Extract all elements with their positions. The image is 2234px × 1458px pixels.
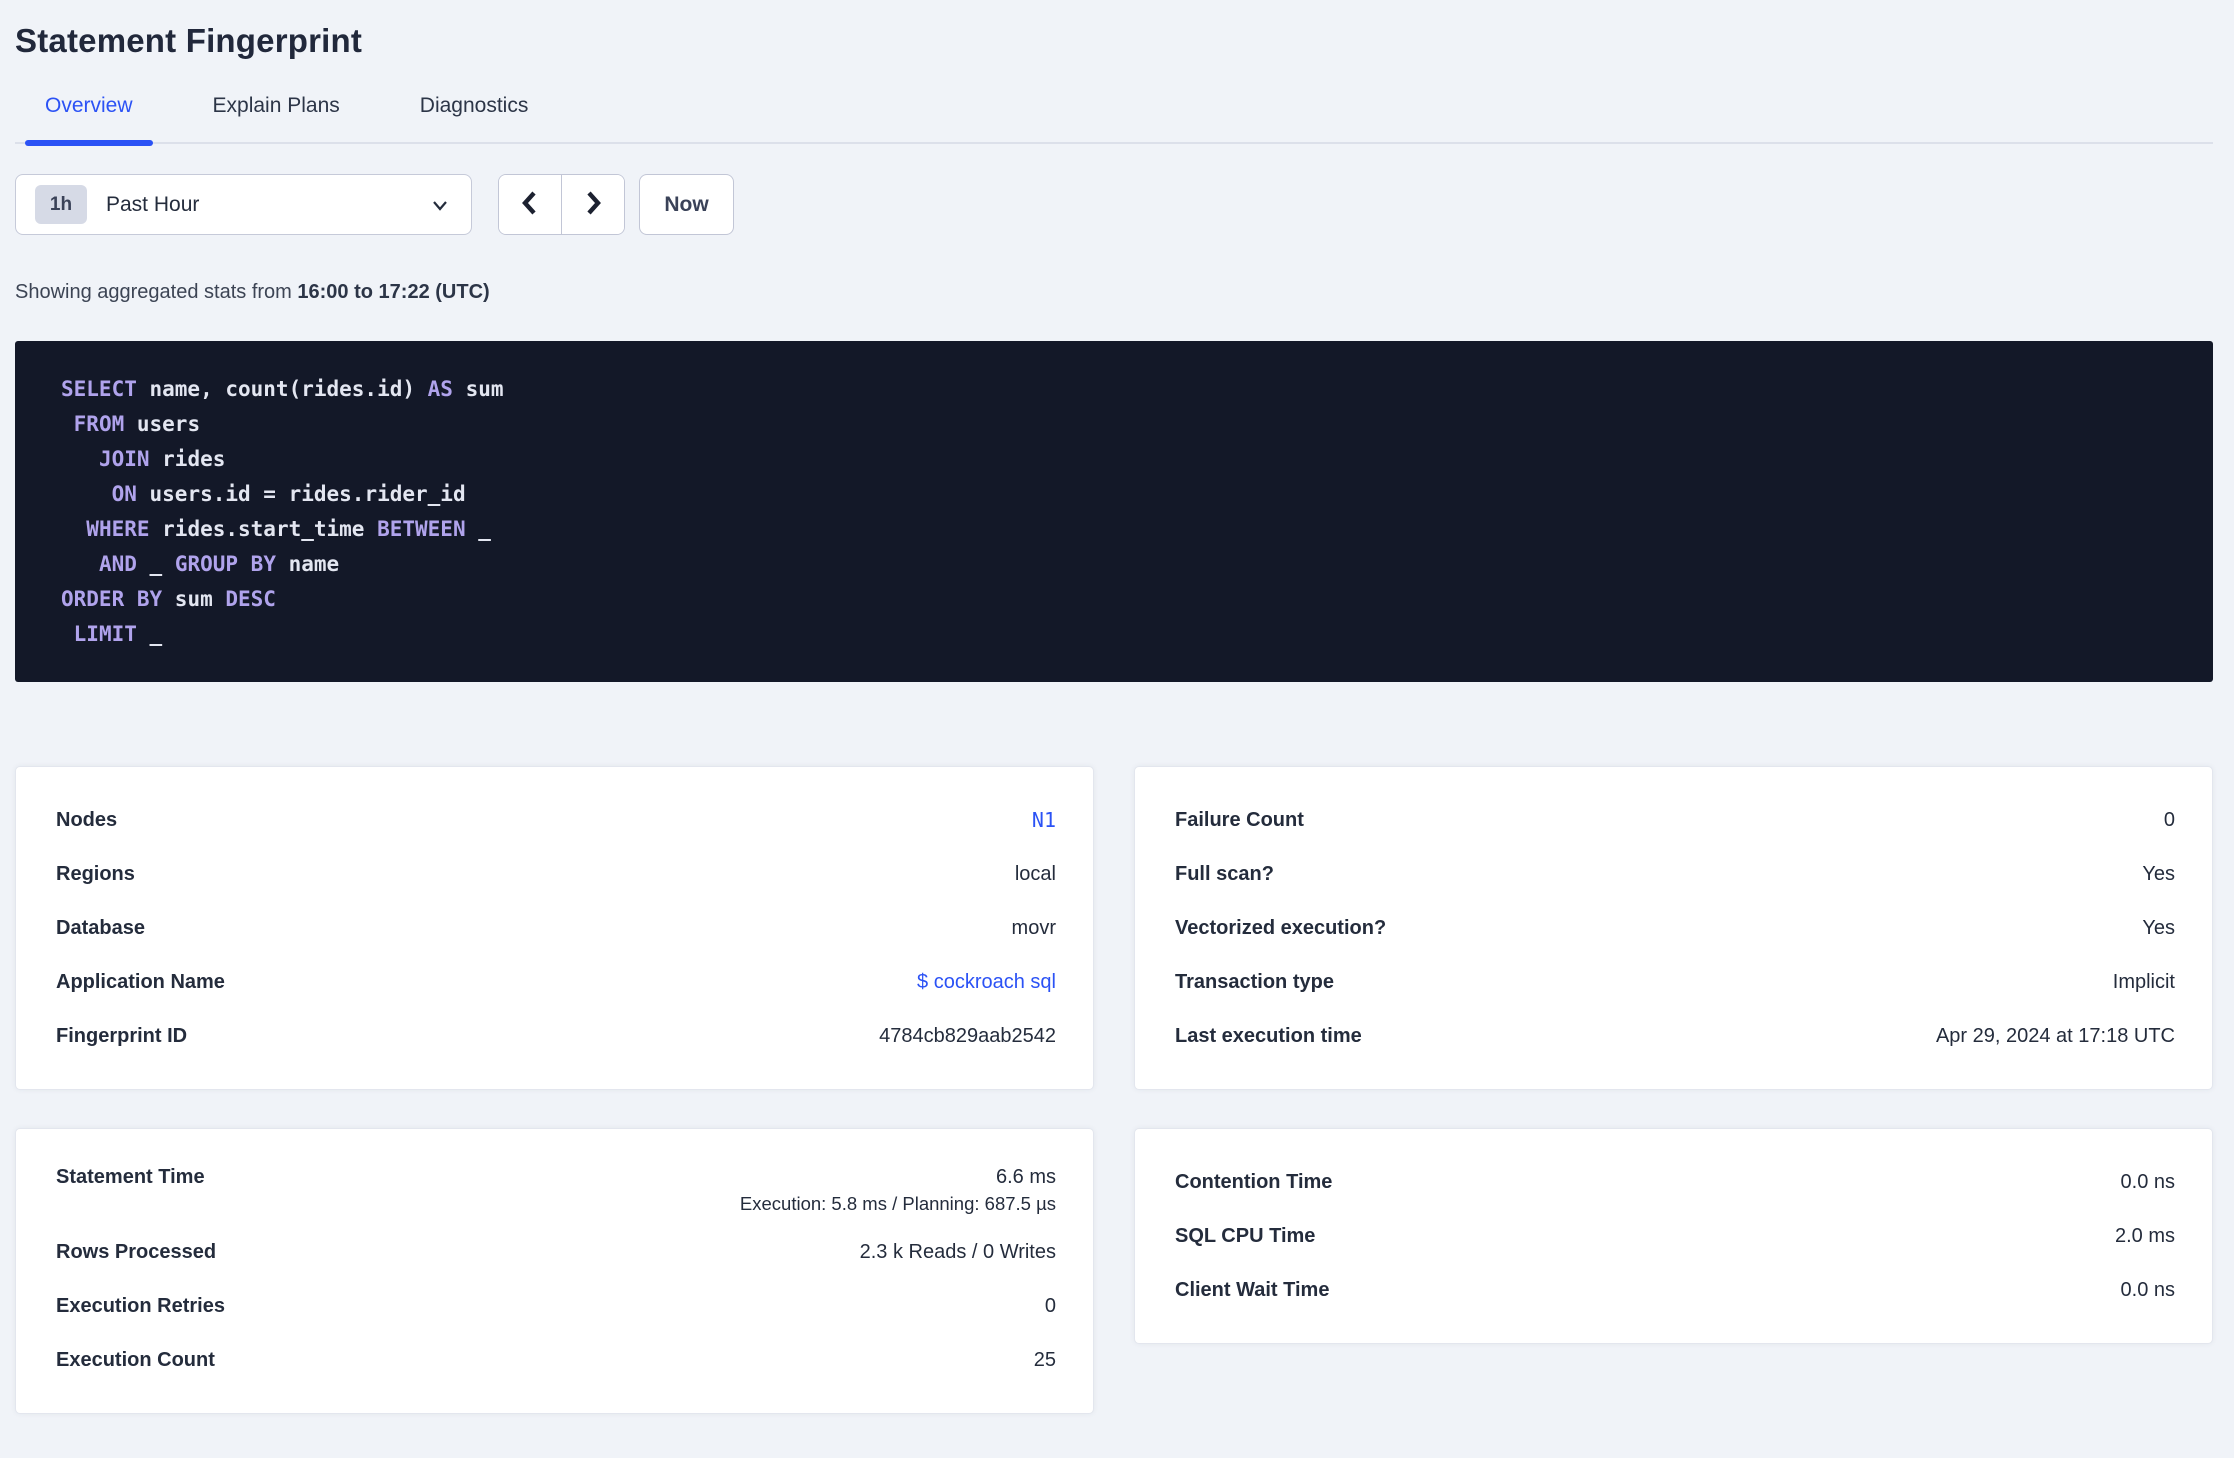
contention-time-value: 0.0 ns bbox=[2120, 1170, 2175, 1193]
next-interval-button[interactable] bbox=[562, 175, 624, 234]
detail-row-contention-time: Contention Time 0.0 ns bbox=[1175, 1155, 2175, 1209]
execution-count-label: Execution Count bbox=[56, 1348, 215, 1371]
failure-count-value: 0 bbox=[2163, 808, 2175, 831]
page-title: Statement Fingerprint bbox=[15, 22, 363, 59]
database-value: movr bbox=[1011, 916, 1056, 939]
detail-row-fingerprint-id: Fingerprint ID 4784cb829aab2542 bbox=[56, 1009, 1056, 1063]
application-name-label: Application Name bbox=[56, 970, 225, 993]
sql-statement-text: SELECT name, count(rides.id) AS sum FROM… bbox=[61, 377, 504, 646]
nodes-label: Nodes bbox=[56, 808, 118, 831]
detail-row-execution-retries: Execution Retries 0 bbox=[56, 1279, 1056, 1333]
chevron-left-icon bbox=[517, 189, 543, 220]
aggregated-stats-prefix: Showing aggregated stats from bbox=[15, 281, 298, 303]
tab-explain-plans[interactable]: Explain Plans bbox=[193, 94, 360, 142]
tab-diagnostics[interactable]: Diagnostics bbox=[400, 94, 549, 142]
time-range-dropdown[interactable]: 1h Past Hour bbox=[15, 174, 472, 235]
wait-times-card: Contention Time 0.0 ns SQL CPU Time 2.0 … bbox=[1134, 1128, 2213, 1344]
previous-interval-button[interactable] bbox=[499, 175, 562, 234]
full-scan-value: Yes bbox=[2142, 862, 2175, 885]
regions-value: local bbox=[1014, 862, 1056, 885]
time-controls: 1h Past Hour Now bbox=[15, 174, 2213, 235]
time-step-buttons bbox=[498, 174, 625, 235]
details-cards-row: Nodes N1 Regions local Database movr App… bbox=[15, 766, 2213, 1090]
regions-label: Regions bbox=[56, 862, 135, 885]
detail-row-full-scan: Full scan? Yes bbox=[1175, 847, 2175, 901]
detail-row-nodes: Nodes N1 bbox=[56, 793, 1056, 847]
detail-row-client-wait-time: Client Wait Time 0.0 ns bbox=[1175, 1263, 2175, 1317]
detail-row-rows-processed: Rows Processed 2.3 k Reads / 0 Writes bbox=[56, 1225, 1056, 1279]
aggregated-stats-range: 16:00 to 17:22 (UTC) bbox=[297, 281, 490, 303]
application-name-value-link[interactable]: $ cockroach sql bbox=[917, 971, 1056, 994]
last-execution-time-value: Apr 29, 2024 at 17:18 UTC bbox=[1935, 1024, 2175, 1047]
database-label: Database bbox=[56, 916, 145, 939]
statement-time-label: Statement Time bbox=[56, 1165, 205, 1188]
detail-row-last-execution-time: Last execution time Apr 29, 2024 at 17:1… bbox=[1175, 1009, 2175, 1063]
statement-time-breakdown-row: Execution: 5.8 ms / Planning: 687.5 µs bbox=[56, 1193, 1056, 1215]
client-wait-time-label: Client Wait Time bbox=[1175, 1278, 1330, 1301]
vectorized-execution-value: Yes bbox=[2142, 916, 2175, 939]
detail-row-application-name: Application Name $ cockroach sql bbox=[56, 955, 1056, 1009]
statement-fingerprint-page: Statement Fingerprint Overview Explain P… bbox=[0, 0, 2234, 1414]
tab-overview[interactable]: Overview bbox=[25, 94, 153, 146]
time-range-label: Past Hour bbox=[106, 192, 200, 216]
statement-time-value: 6.6 ms bbox=[995, 1165, 1056, 1188]
detail-row-database: Database movr bbox=[56, 901, 1056, 955]
execution-retries-label: Execution Retries bbox=[56, 1294, 225, 1317]
fingerprint-id-label: Fingerprint ID bbox=[56, 1024, 188, 1047]
execution-retries-value: 0 bbox=[1044, 1294, 1056, 1317]
client-wait-time-value: 0.0 ns bbox=[2120, 1278, 2175, 1301]
full-scan-label: Full scan? bbox=[1175, 862, 1274, 885]
statement-details-card: Nodes N1 Regions local Database movr App… bbox=[15, 766, 1094, 1090]
sql-cpu-time-value: 2.0 ms bbox=[2114, 1224, 2175, 1247]
chevron-right-icon bbox=[580, 189, 606, 220]
tab-bar: Overview Explain Plans Diagnostics bbox=[15, 94, 2213, 146]
time-range-badge: 1h bbox=[35, 185, 87, 224]
last-execution-time-label: Last execution time bbox=[1175, 1024, 1362, 1047]
rows-processed-label: Rows Processed bbox=[56, 1240, 217, 1263]
detail-row-regions: Regions local bbox=[56, 847, 1056, 901]
statement-stats-card: Statement Time 6.6 ms Execution: 5.8 ms … bbox=[15, 1128, 1094, 1414]
detail-row-failure-count: Failure Count 0 bbox=[1175, 793, 2175, 847]
detail-row-transaction-type: Transaction type Implicit bbox=[1175, 955, 2175, 1009]
stats-cards-row: Statement Time 6.6 ms Execution: 5.8 ms … bbox=[15, 1128, 2213, 1414]
detail-row-sql-cpu-time: SQL CPU Time 2.0 ms bbox=[1175, 1209, 2175, 1263]
sql-cpu-time-label: SQL CPU Time bbox=[1175, 1224, 1316, 1247]
contention-time-label: Contention Time bbox=[1175, 1170, 1333, 1193]
execution-count-value: 25 bbox=[1033, 1348, 1056, 1371]
nodes-value-link[interactable]: N1 bbox=[1032, 808, 1056, 832]
aggregated-stats-caption: Showing aggregated stats from 16:00 to 1… bbox=[15, 281, 2213, 304]
fingerprint-id-value: 4784cb829aab2542 bbox=[879, 1024, 1056, 1047]
statement-time-breakdown: Execution: 5.8 ms / Planning: 687.5 µs bbox=[739, 1193, 1056, 1214]
detail-row-vectorized-execution: Vectorized execution? Yes bbox=[1175, 901, 2175, 955]
execution-attributes-card: Failure Count 0 Full scan? Yes Vectorize… bbox=[1134, 766, 2213, 1090]
now-button[interactable]: Now bbox=[639, 174, 734, 235]
sql-statement-box: SELECT name, count(rides.id) AS sum FROM… bbox=[15, 341, 2213, 682]
failure-count-label: Failure Count bbox=[1175, 808, 1304, 831]
detail-row-execution-count: Execution Count 25 bbox=[56, 1333, 1056, 1387]
transaction-type-value: Implicit bbox=[2112, 970, 2175, 993]
rows-processed-value: 2.3 k Reads / 0 Writes bbox=[859, 1240, 1056, 1263]
vectorized-execution-label: Vectorized execution? bbox=[1175, 916, 1387, 939]
chevron-down-icon bbox=[429, 194, 451, 216]
transaction-type-label: Transaction type bbox=[1175, 970, 1334, 993]
